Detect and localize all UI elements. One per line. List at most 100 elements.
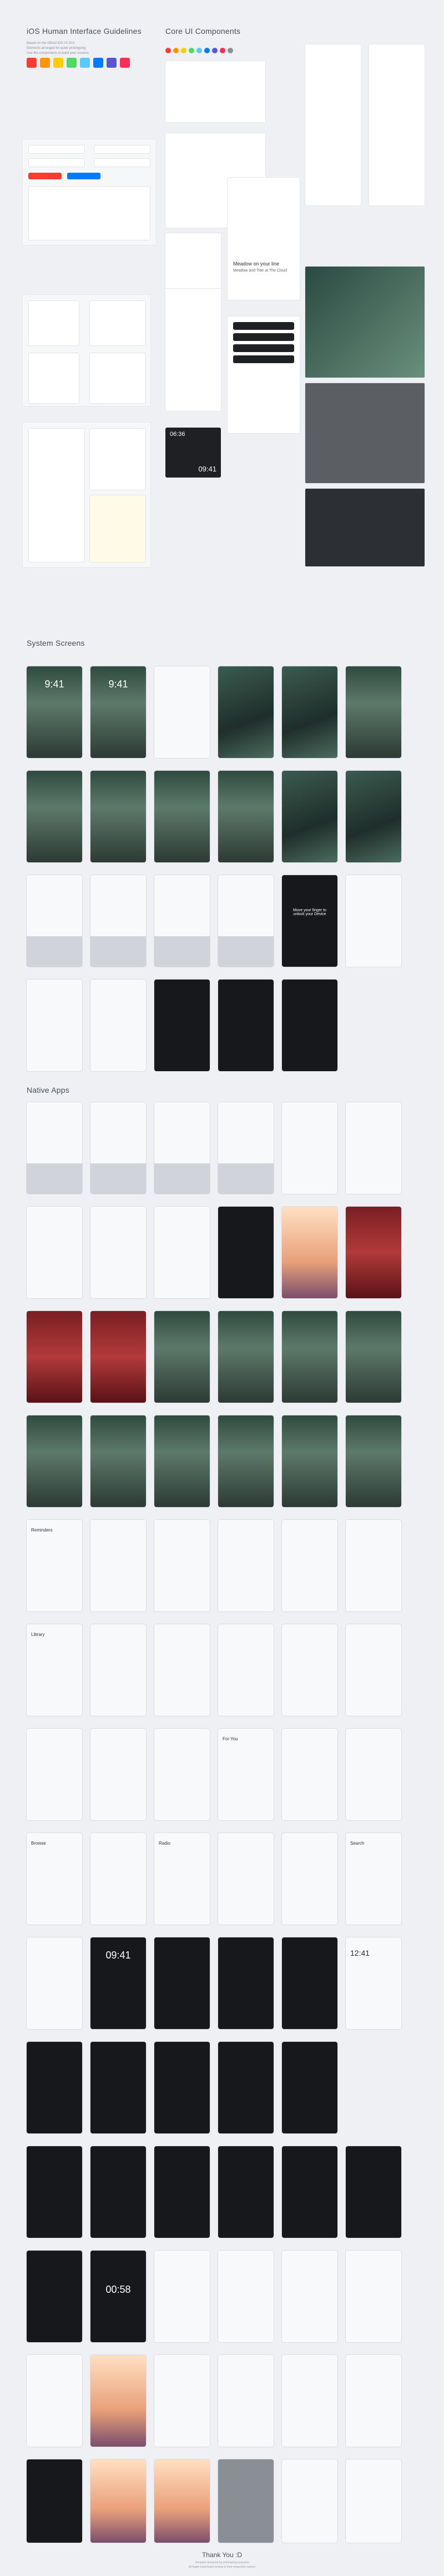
calendar-week xyxy=(218,2251,274,2342)
photos-people xyxy=(346,2355,401,2447)
keyboard[interactable] xyxy=(27,936,82,967)
camera-screen xyxy=(154,980,210,1071)
keyboard[interactable] xyxy=(218,1163,274,1194)
palette-green-swatch xyxy=(67,58,77,68)
tab-bar-sample[interactable] xyxy=(89,428,146,490)
clock-world-dark: 09:41 xyxy=(90,1937,146,2029)
settings-screen xyxy=(346,875,401,967)
form-panel xyxy=(165,289,221,411)
notification-center xyxy=(346,666,401,758)
light-control-2 xyxy=(90,1415,146,1507)
music-now-playing xyxy=(27,1729,82,1820)
app-icon xyxy=(181,48,186,53)
music-album xyxy=(154,1624,210,1716)
dark-button[interactable] xyxy=(233,355,294,363)
home-lights xyxy=(154,1311,210,1403)
segmented-control[interactable] xyxy=(94,158,150,167)
credit-line: Template designed for prototyping purpos… xyxy=(195,2561,249,2564)
music-new xyxy=(282,1729,337,1820)
app-icon xyxy=(173,48,179,53)
music-radio-2 xyxy=(218,1833,274,1925)
music-radio: Radio xyxy=(154,1833,210,1925)
photos-albums xyxy=(27,2355,82,2447)
notice-text: Move your finger to unlock your Device xyxy=(293,908,326,916)
app-icon xyxy=(204,48,210,53)
clock-timer xyxy=(27,2146,82,2238)
keyboard[interactable] xyxy=(90,936,146,967)
radio-label: Radio xyxy=(159,1841,170,1846)
lock-time: 9:41 xyxy=(108,679,128,690)
toast-sample xyxy=(89,495,146,563)
music-for-you: For You xyxy=(218,1729,274,1820)
music-playlist xyxy=(282,1624,337,1716)
home-app-2 xyxy=(90,1311,146,1403)
lock-music xyxy=(90,771,146,862)
photo-grid xyxy=(305,267,425,378)
settings-list-sample xyxy=(28,428,85,563)
music-queue xyxy=(90,1729,146,1820)
intro-line: Elements arranged for quick prototyping xyxy=(27,47,86,50)
music-search: Search xyxy=(346,1833,401,1925)
touch-id-screen xyxy=(218,771,274,862)
music-player xyxy=(218,1207,274,1298)
reminders-app: Reminders xyxy=(27,1520,82,1611)
app-icon xyxy=(165,48,171,53)
music-browse: Browse xyxy=(27,1833,82,1925)
spotlight-screen xyxy=(27,875,82,967)
intro-line: Use the components to build your screens xyxy=(27,52,89,55)
app-icon xyxy=(189,48,194,53)
guidelines-intro: Based on the official iOS 10 GUI Element… xyxy=(27,41,149,56)
share-sheet xyxy=(154,875,210,967)
settings-app-2 xyxy=(346,1520,401,1611)
dark-keypad xyxy=(305,489,425,566)
search-label: Search xyxy=(350,1841,365,1846)
clock-face-2 xyxy=(346,2146,401,2238)
photos-dark-grid xyxy=(27,2459,82,2543)
music-app-2 xyxy=(90,1207,146,1298)
sheet-subtitle: Meadow and Tide at The Cloud xyxy=(233,269,287,273)
share-icons-sample xyxy=(89,353,146,404)
clock-settings-2 xyxy=(218,2042,274,2133)
dark-button[interactable] xyxy=(233,344,294,352)
clock-bedtime-3 xyxy=(90,2146,146,2238)
lock-screen-alt xyxy=(27,771,82,862)
palette-orange-swatch xyxy=(40,58,50,68)
search-bar-sample[interactable] xyxy=(28,158,85,167)
reminders-title: Reminders xyxy=(31,1528,53,1533)
keyboard[interactable] xyxy=(154,1163,210,1194)
keyboard[interactable] xyxy=(154,936,210,967)
action-button-red[interactable] xyxy=(28,173,62,179)
keyboard[interactable] xyxy=(90,1163,146,1194)
native-title: Native Apps xyxy=(27,1086,69,1094)
action-button-blue[interactable] xyxy=(67,173,100,179)
countdown-time: 00:58 xyxy=(105,2284,131,2295)
settings-list xyxy=(27,980,82,1071)
clock-ring xyxy=(154,2146,210,2238)
home-screen xyxy=(282,771,337,862)
for-you-label: For You xyxy=(223,1736,238,1741)
music-app xyxy=(27,1207,82,1298)
palette-purple-swatch xyxy=(107,58,117,68)
photo-sunset-2 xyxy=(154,2459,210,2543)
keyboard-panel xyxy=(22,294,151,406)
dark-button[interactable] xyxy=(233,333,294,341)
photos-moments xyxy=(154,2355,210,2447)
home-room xyxy=(282,1311,337,1403)
widget-time: 06:36 xyxy=(170,431,185,438)
reminders-list xyxy=(90,1520,146,1611)
keyboard[interactable] xyxy=(27,1163,82,1194)
photo-view xyxy=(282,1207,337,1298)
music-grid xyxy=(346,1729,401,1820)
keyboard[interactable] xyxy=(218,936,274,967)
music-albums xyxy=(154,1729,210,1820)
calendar-list xyxy=(282,2251,337,2342)
home-scene xyxy=(218,1311,274,1403)
lock-screen-notification: 9:41 xyxy=(90,666,146,758)
palette-pink-swatch xyxy=(120,58,130,68)
credit-line: All Apple trademarks belong to their res… xyxy=(188,2565,256,2569)
light-control xyxy=(27,1415,82,1507)
picker-sample[interactable] xyxy=(28,353,79,404)
dark-button[interactable] xyxy=(233,322,294,330)
palette-blue-swatch xyxy=(93,58,103,68)
color-wheel-2 xyxy=(218,1415,274,1507)
